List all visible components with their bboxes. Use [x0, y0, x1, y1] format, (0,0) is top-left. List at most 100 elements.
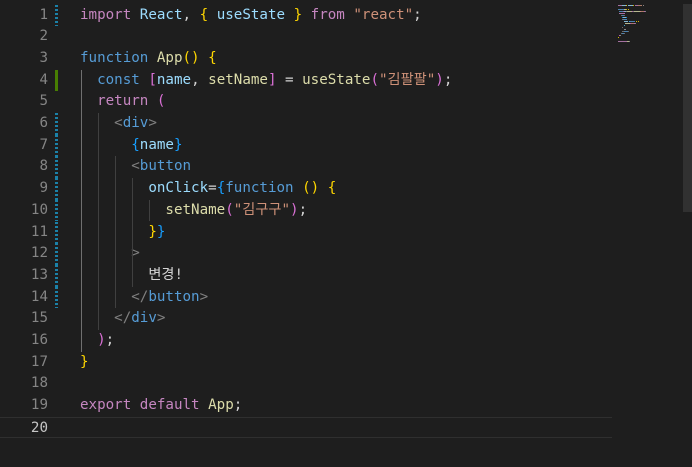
code-token: name	[156, 71, 192, 88]
git-modified-marker[interactable]	[55, 199, 58, 222]
scrollbar-thumb[interactable]	[683, 0, 692, 212]
code-line-3[interactable]: 3 function App() {	[0, 48, 612, 70]
git-modified-marker[interactable]	[55, 156, 58, 179]
line-code[interactable]: setName("김구구");	[80, 200, 307, 222]
line-number: 16	[30, 332, 48, 348]
line-code[interactable]: </div>	[80, 308, 165, 330]
minimap-mark	[624, 33, 626, 34]
code-token: >	[148, 115, 157, 131]
line-code[interactable]: export default App;	[80, 395, 242, 417]
code-token: =	[276, 71, 303, 88]
code-line-1[interactable]: 1 import React, { useState } from "react"…	[0, 4, 612, 27]
line-code[interactable]: <button	[80, 156, 191, 178]
code-line-9[interactable]: 9 onClick={function () {	[0, 178, 612, 200]
line-code[interactable]: onClick={function () {	[80, 178, 336, 200]
line-code[interactable]: {name}	[80, 135, 182, 157]
git-modified-marker[interactable]	[55, 134, 58, 157]
code-line-8[interactable]: 8 <button	[0, 156, 612, 179]
code-token: App	[156, 49, 183, 66]
line-code[interactable]: return (	[80, 91, 165, 113]
minimap-mark	[629, 41, 631, 42]
line-code[interactable]: function App() {	[80, 48, 217, 70]
line-code[interactable]: >	[80, 243, 140, 265]
code-token: button	[148, 288, 200, 305]
code-token: </	[114, 310, 132, 327]
minimap-mark	[642, 5, 644, 6]
minimap-mark	[627, 9, 629, 10]
code-line-15[interactable]: 15 </div>	[0, 308, 612, 330]
git-modified-marker[interactable]	[55, 243, 58, 265]
code-token: ;	[443, 71, 453, 88]
minimap-mark	[618, 37, 619, 38]
code-token: button	[139, 158, 192, 175]
line-code[interactable]: <div>	[80, 113, 157, 135]
code-line-19[interactable]: 19 export default App;	[0, 395, 612, 417]
git-modified-marker[interactable]	[55, 286, 58, 309]
code-line-6[interactable]: 6 <div>	[0, 113, 612, 135]
minimap-mark	[644, 11, 646, 12]
indent-guide	[115, 156, 117, 309]
code-token: ()	[302, 180, 320, 197]
line-number: 4	[39, 71, 48, 88]
line-number: 20	[30, 419, 48, 436]
line-number: 8	[39, 158, 48, 175]
code-token: (	[225, 201, 234, 218]
code-line-11[interactable]: 11 }}	[0, 221, 612, 244]
code-token: <	[114, 115, 123, 131]
line-code[interactable]: }	[80, 352, 89, 374]
minimap-mark	[637, 21, 639, 22]
code-line-13[interactable]: 13 변경!	[0, 264, 612, 287]
code-line-7[interactable]: 7 {name}	[0, 134, 612, 157]
minimap-mark	[622, 19, 628, 20]
line-code[interactable]: </button>	[80, 287, 208, 309]
line-code[interactable]: const [name, setName] = useState("김팔팔");	[80, 70, 452, 92]
minimap-mark	[623, 29, 626, 30]
line-number: 9	[39, 180, 48, 197]
code-token: setName	[165, 201, 226, 218]
git-added-marker[interactable]	[55, 69, 58, 92]
code-line-4[interactable]: 4 const [name, setName] = useState("김팔팔"…	[0, 69, 612, 92]
indent-guide	[98, 113, 100, 330]
code-line-16[interactable]: 16 );	[0, 330, 612, 352]
code-line-2[interactable]: 2	[0, 26, 612, 48]
code-token: "react"	[353, 6, 414, 23]
code-line-5[interactable]: 5 return (	[0, 91, 612, 113]
git-modified-marker[interactable]	[55, 221, 58, 244]
code-token: name	[139, 136, 174, 153]
git-modified-marker[interactable]	[55, 4, 58, 27]
git-modified-marker[interactable]	[55, 113, 58, 135]
code-token: function	[80, 49, 157, 66]
code-token: {	[199, 6, 209, 23]
code-line-10[interactable]: 10 setName("김구구");	[0, 199, 612, 222]
code-token: export	[80, 397, 140, 414]
line-number: 3	[39, 49, 48, 66]
line-code[interactable]: import React, { useState } from "react";	[80, 5, 422, 27]
line-code[interactable]: }}	[80, 222, 165, 244]
code-token: )	[435, 71, 444, 88]
code-token: "김구구"	[233, 201, 291, 218]
code-token: ,	[191, 71, 209, 88]
line-number: 11	[30, 223, 48, 240]
minimap-mark	[622, 27, 624, 28]
code-token: >	[199, 288, 209, 305]
code-line-17[interactable]: 17}	[0, 352, 612, 374]
git-modified-marker[interactable]	[55, 264, 58, 287]
code-token: }	[148, 223, 157, 240]
code-token: {	[327, 180, 337, 197]
minimap[interactable]	[612, 0, 682, 467]
line-code[interactable]: );	[80, 330, 114, 352]
code-line-12[interactable]: 12 >	[0, 243, 612, 265]
indent-guide	[81, 69, 82, 352]
code-token: (	[156, 93, 166, 110]
code-line-18[interactable]: 18	[0, 373, 612, 395]
code-line-14[interactable]: 14 </button>	[0, 286, 612, 309]
code-token: from	[302, 6, 354, 23]
code-token: ,	[182, 6, 200, 23]
git-modified-marker[interactable]	[55, 178, 58, 200]
code-line-20[interactable]: 20	[0, 416, 612, 439]
code-editor[interactable]: 1 import React, { useState } from "react"…	[0, 0, 692, 467]
code-token: useState	[302, 71, 371, 88]
